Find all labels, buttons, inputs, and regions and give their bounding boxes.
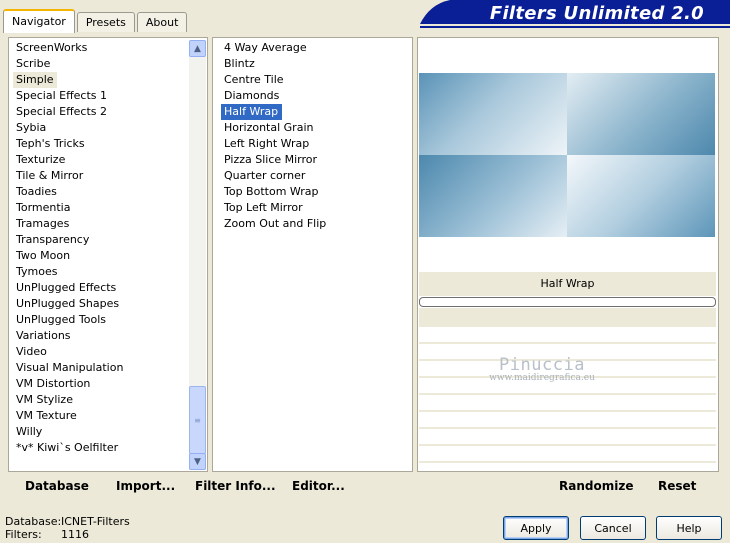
filter-item[interactable]: Zoom Out and Flip — [221, 216, 406, 232]
preview-image — [419, 73, 715, 238]
category-item[interactable]: ScreenWorks — [13, 40, 188, 56]
tab-presets[interactable]: Presets — [76, 12, 135, 32]
selected-filter-title: Half Wrap — [419, 272, 716, 296]
watermark: Pinuccia www.maidiregrafica.eu — [472, 355, 612, 383]
filter-item[interactable]: Horizontal Grain — [221, 120, 406, 136]
import-button[interactable]: Import... — [116, 474, 175, 498]
right-toolbar: Randomize Reset — [417, 474, 717, 498]
category-item[interactable]: Two Moon — [13, 248, 188, 264]
grip-icon: ≡ — [194, 415, 201, 425]
scroll-up-button[interactable]: ▲ — [189, 40, 206, 57]
category-item[interactable]: Willy — [13, 424, 188, 440]
progress-bar — [419, 297, 716, 307]
status-area: Database: ICNET-Filters Filters: 1116 — [5, 515, 130, 541]
parameter-row[interactable] — [419, 429, 716, 446]
category-item[interactable]: UnPlugged Shapes — [13, 296, 188, 312]
filter-item[interactable]: Half Wrap — [221, 104, 283, 120]
filter-item[interactable]: Centre Tile — [221, 72, 406, 88]
category-item[interactable]: Variations — [13, 328, 188, 344]
filters-label: Filters: — [5, 528, 42, 541]
editor-button[interactable]: Editor... — [292, 474, 345, 498]
apply-button[interactable]: Apply — [503, 516, 569, 540]
tab-navigator[interactable]: Navigator — [3, 9, 75, 33]
reset-button[interactable]: Reset — [658, 474, 696, 498]
parameter-row[interactable] — [419, 395, 716, 412]
chevron-up-icon: ▲ — [194, 43, 201, 54]
progress-gap — [419, 308, 716, 327]
category-item[interactable]: Toadies — [13, 184, 188, 200]
parameter-row[interactable] — [419, 446, 716, 463]
category-item[interactable]: Special Effects 2 — [13, 104, 188, 120]
cancel-button[interactable]: Cancel — [580, 516, 646, 540]
scroll-down-button[interactable]: ▼ — [189, 453, 206, 470]
database-value: ICNET-Filters — [61, 515, 130, 528]
category-item[interactable]: Tymoes — [13, 264, 188, 280]
category-item[interactable]: Special Effects 1 — [13, 88, 188, 104]
category-item[interactable]: Simple — [13, 72, 57, 88]
category-item[interactable]: UnPlugged Effects — [13, 280, 188, 296]
chevron-down-icon: ▼ — [194, 456, 201, 467]
filter-item[interactable]: Blintz — [221, 56, 406, 72]
preview-quadrant — [419, 155, 567, 237]
filter-item[interactable]: 4 Way Average — [221, 40, 406, 56]
category-item[interactable]: Tormentia — [13, 200, 188, 216]
randomize-button[interactable]: Randomize — [559, 474, 633, 498]
filter-item[interactable]: Top Bottom Wrap — [221, 184, 406, 200]
category-item[interactable]: UnPlugged Tools — [13, 312, 188, 328]
category-item[interactable]: Transparency — [13, 232, 188, 248]
category-item[interactable]: Texturize — [13, 152, 188, 168]
preview-quadrant — [419, 73, 567, 155]
category-scrollbar[interactable]: ▲ ≡ ▼ — [189, 40, 206, 470]
preview-quadrant — [567, 155, 715, 237]
parameter-row[interactable] — [419, 412, 716, 429]
category-item[interactable]: Scribe — [13, 56, 188, 72]
title-banner: Filters Unlimited 2.0 — [420, 0, 730, 32]
category-item[interactable]: VM Distortion — [13, 376, 188, 392]
filters-count: 1116 — [61, 528, 89, 541]
parameter-row[interactable] — [419, 327, 716, 344]
database-label: Database: — [5, 515, 62, 528]
category-item[interactable]: Tramages — [13, 216, 188, 232]
help-button[interactable]: Help — [656, 516, 722, 540]
tab-strip: Navigator Presets About — [0, 0, 188, 33]
database-button[interactable]: Database — [25, 474, 89, 498]
watermark-name: Pinuccia — [499, 355, 585, 375]
tab-about[interactable]: About — [136, 12, 188, 32]
category-item[interactable]: Sybia — [13, 120, 188, 136]
category-item[interactable]: VM Stylize — [13, 392, 188, 408]
preview-quadrant — [567, 73, 715, 155]
watermark-url: www.maidiregrafica.eu — [489, 373, 595, 383]
filter-item[interactable]: Left Right Wrap — [221, 136, 406, 152]
category-item[interactable]: VM Texture — [13, 408, 188, 424]
category-list: ScreenWorks Scribe Simple Special Effects 1… — [13, 40, 188, 456]
category-item[interactable]: Tile & Mirror — [13, 168, 188, 184]
filter-info-button[interactable]: Filter Info... — [195, 474, 276, 498]
category-item[interactable]: Visual Manipulation — [13, 360, 188, 376]
app-title: Filters Unlimited 2.0 — [489, 3, 704, 24]
category-item[interactable]: Teph's Tricks — [13, 136, 188, 152]
filter-item[interactable]: Top Left Mirror — [221, 200, 406, 216]
filter-item[interactable]: Quarter corner — [221, 168, 406, 184]
filter-item[interactable]: Pizza Slice Mirror — [221, 152, 406, 168]
left-toolbar: Database Import... Filter Info... Editor… — [8, 474, 412, 498]
filter-list: 4 Way Average Blintz Centre Tile Diamonds Ha… — [221, 40, 406, 232]
parameter-area — [419, 327, 716, 463]
category-item[interactable]: Video — [13, 344, 188, 360]
filter-item[interactable]: Diamonds — [221, 88, 406, 104]
category-item[interactable]: *v* Kiwi`s Oelfilter — [13, 440, 188, 456]
scroll-thumb[interactable]: ≡ — [189, 386, 206, 454]
